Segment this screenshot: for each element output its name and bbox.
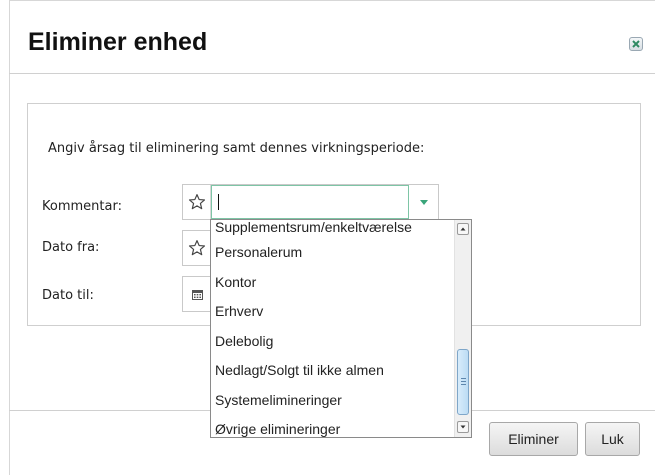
dropdown-option[interactable]: Erhverv (211, 297, 454, 327)
comment-label: Kommentar: (42, 199, 122, 214)
instruction-text: Angiv årsag til eliminering samt dennes … (48, 141, 425, 156)
dropdown-option[interactable]: Systemelimineringer (211, 386, 454, 416)
dropdown-toggle[interactable] (409, 185, 438, 219)
thumb-grip (461, 381, 466, 382)
arrow-up-icon (460, 227, 466, 231)
thumb-grip (461, 378, 466, 379)
eliminate-button[interactable]: Eliminer (489, 422, 578, 456)
dropdown-option[interactable]: Kontor (211, 268, 454, 298)
thumb-grip (461, 384, 466, 385)
favorite-button[interactable] (183, 185, 211, 219)
close-icon (632, 40, 640, 48)
header-divider (9, 73, 655, 74)
comment-combobox[interactable] (182, 184, 439, 220)
scroll-thumb[interactable] (457, 349, 469, 415)
scroll-up-button[interactable] (457, 223, 469, 235)
caret-down-icon (419, 199, 428, 205)
close-button[interactable] (629, 37, 643, 51)
dropdown-option[interactable]: Delebolig (211, 327, 454, 357)
comment-input[interactable] (211, 185, 409, 219)
dialog-title: Eliminer enhed (28, 28, 208, 56)
date-from-label: Dato fra: (42, 240, 100, 255)
dropdown-option[interactable]: Nedlagt/Solgt til ikke almen (211, 356, 454, 386)
dropdown-options: Supplementsrum/enkeltværelse Personaleru… (211, 220, 454, 437)
dropdown-option[interactable]: Supplementsrum/enkeltværelse (211, 220, 454, 238)
date-to-picker-button[interactable] (182, 276, 212, 312)
calendar-icon (191, 289, 203, 300)
arrow-down-icon (460, 425, 466, 429)
date-to-label: Dato til: (42, 288, 94, 303)
dropdown-scrollbar[interactable] (454, 220, 471, 437)
dropdown-option[interactable]: Personalerum (211, 238, 454, 268)
star-outline-icon (188, 194, 205, 210)
scroll-down-button[interactable] (457, 421, 469, 433)
date-from-favorite-button[interactable] (182, 230, 212, 266)
star-outline-icon (188, 240, 206, 256)
text-cursor (218, 194, 219, 210)
dropdown-option[interactable]: Øvrige elimineringer (211, 415, 454, 437)
close-dialog-button[interactable]: Luk (585, 422, 640, 456)
comment-dropdown-list[interactable]: Supplementsrum/enkeltværelse Personaleru… (210, 219, 472, 438)
